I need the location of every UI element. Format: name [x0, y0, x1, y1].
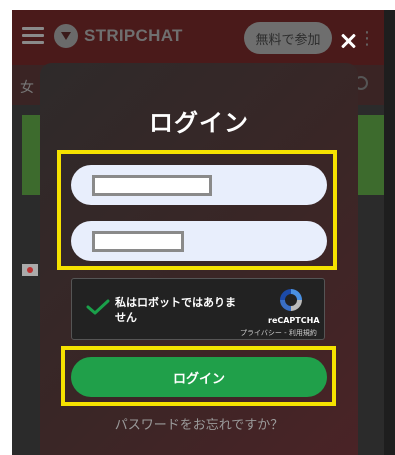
- site-logo[interactable]: STRIPCHAT: [54, 24, 183, 48]
- flag-icon: [22, 264, 38, 276]
- close-icon[interactable]: [339, 31, 359, 51]
- more-icon[interactable]: ⋮: [358, 28, 376, 49]
- redacted-password: [92, 231, 184, 252]
- category-label[interactable]: 女: [20, 77, 34, 97]
- login-button[interactable]: ログイン: [71, 357, 327, 397]
- recaptcha-logo-icon: [280, 289, 302, 311]
- password-field[interactable]: [71, 221, 327, 261]
- stripchat-logo-icon: [54, 24, 78, 48]
- recaptcha-label: 私はロボットではありません: [115, 296, 236, 324]
- menu-icon[interactable]: [22, 27, 44, 45]
- logo-text: STRIPCHAT: [84, 26, 183, 45]
- background-banner-right: [357, 115, 385, 195]
- redacted-username: [92, 175, 212, 196]
- checkmark-icon[interactable]: [86, 299, 110, 315]
- recaptcha-links[interactable]: プライバシー - 利用規約: [240, 328, 317, 338]
- join-free-button[interactable]: 無料で参加: [244, 22, 332, 54]
- recaptcha-brand: reCAPTCHA: [268, 316, 320, 325]
- modal-title: ログイン: [149, 109, 249, 137]
- username-field[interactable]: [71, 165, 327, 205]
- recaptcha-widget[interactable]: 私はロボットではありません reCAPTCHA プライバシー - 利用規約: [71, 278, 325, 340]
- top-bar: STRIPCHAT 無料で参加 ⋮: [12, 10, 385, 65]
- scrollbar[interactable]: [384, 10, 395, 455]
- forgot-password-link[interactable]: パスワードをお忘れですか？: [40, 414, 358, 433]
